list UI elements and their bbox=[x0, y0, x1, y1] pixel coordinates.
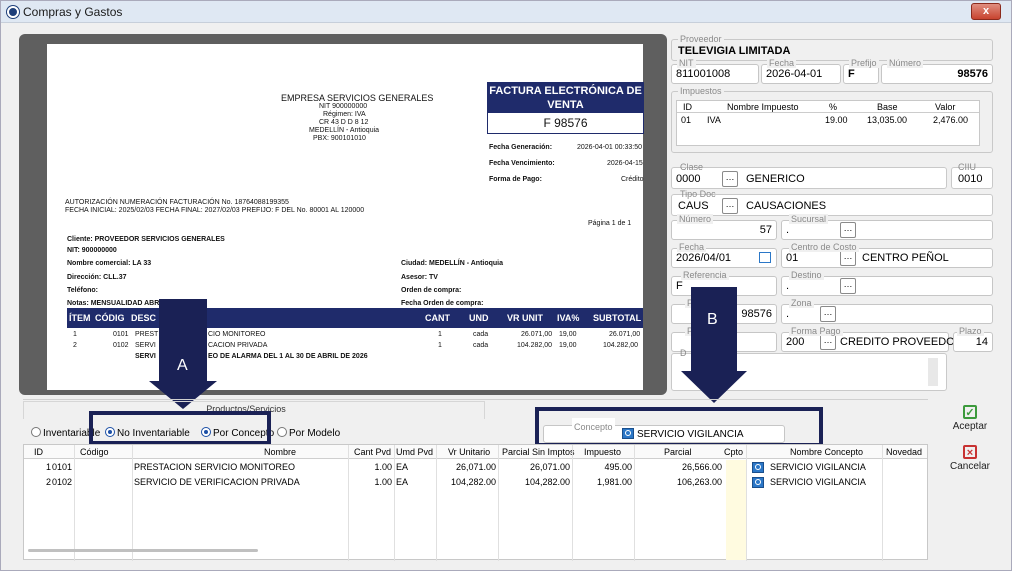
app-icon bbox=[7, 6, 19, 18]
invoice-number: F 98576 bbox=[543, 116, 588, 130]
ciiu-field[interactable]: CIIU 0010 bbox=[951, 162, 993, 189]
invoice-item-extra-a: SERVI bbox=[135, 353, 156, 360]
grid-divider bbox=[746, 445, 747, 561]
tipodoc-lookup-button[interactable]: … bbox=[722, 198, 738, 214]
cancelar-button[interactable]: × Cancelar bbox=[941, 443, 999, 481]
title-bar: Compras y Gastos x bbox=[1, 1, 1011, 23]
col-desc: DESC bbox=[131, 313, 157, 323]
forma-pago-lookup-button[interactable]: … bbox=[820, 334, 836, 350]
impuestos-row[interactable]: 01 IVA 19.00 13,035.00 2,476.00 bbox=[677, 115, 979, 127]
clase-field[interactable]: Clase 0000 … GENERICO bbox=[671, 162, 947, 189]
authorization-text: AUTORIZACIÓN NUMERACIÓN FACTURACIÓN No. … bbox=[65, 199, 289, 206]
close-button[interactable]: x bbox=[971, 3, 1001, 20]
impuestos-header: ID Nombre Impuesto % Base Valor bbox=[677, 101, 979, 113]
grid-divider bbox=[74, 445, 75, 561]
radio-por-modelo[interactable]: Por Modelo bbox=[277, 427, 340, 439]
grid-divider bbox=[348, 445, 349, 561]
client-city: Ciudad: MEDELLÍN - Antioquia bbox=[401, 260, 504, 267]
callout-b-shaft: B bbox=[691, 287, 737, 373]
impuestos-group: Impuestos ID Nombre Impuesto % Base Valo… bbox=[671, 86, 993, 153]
radio-inventariable-dot bbox=[31, 427, 41, 437]
items-grid: ID Código Nombre Cant Pvd Umd Pvd Vr Uni… bbox=[23, 444, 928, 561]
clase-lookup-button[interactable]: … bbox=[722, 171, 738, 187]
col-qty: CANT bbox=[425, 313, 450, 323]
payment-form: Crédito bbox=[621, 176, 644, 183]
company-nit: NIT 900000000 bbox=[319, 103, 368, 110]
gen-date-label: Fecha Generación: bbox=[489, 144, 553, 151]
client-phone: Teléfono: bbox=[67, 287, 98, 294]
proveedor-group: Proveedor TELEVIGIA LIMITADA bbox=[671, 34, 993, 61]
invoice-document: EMPRESA SERVICIOS GENERALES NIT 90000000… bbox=[47, 44, 644, 390]
callout-a-label: A bbox=[177, 357, 188, 374]
range-text: FECHA INICIAL: 2025/02/03 FECHA FINAL: 2… bbox=[65, 207, 365, 214]
grid-horizontal-scrollbar[interactable] bbox=[28, 549, 258, 552]
grid-divider bbox=[132, 445, 133, 561]
items-header: ÍTEM CÓDIG DESC CANT UND VR UNIT IVA% SU… bbox=[67, 308, 643, 328]
invoice-preview-panel: EMPRESA SERVICIOS GENERALES NIT 90000000… bbox=[19, 34, 667, 395]
sucursal-lookup-button[interactable]: … bbox=[840, 222, 856, 238]
impuestos-table: ID Nombre Impuesto % Base Valor 01 IVA 1… bbox=[676, 100, 980, 146]
invoice-item-extra-b: EO DE ALARMA DEL 1 AL 30 DE ABRIL DE 202… bbox=[208, 353, 368, 360]
purchases-window: Compras y Gastos x EMPRESA SERVICIOS GEN… bbox=[0, 0, 1012, 571]
client-name: Cliente: PROVEEDOR SERVICIOS GENERALES bbox=[67, 236, 225, 243]
purchase-order-date: Fecha Orden de compra: bbox=[401, 300, 484, 307]
page-count: Página 1 de 1 bbox=[588, 220, 632, 227]
callout-a-box bbox=[89, 411, 271, 445]
search-icon[interactable] bbox=[752, 477, 764, 488]
aceptar-button[interactable]: ✓ Aceptar bbox=[941, 403, 999, 441]
proveedor-name: TELEVIGIA LIMITADA bbox=[678, 45, 791, 57]
zona-lookup-button[interactable]: … bbox=[820, 306, 836, 322]
calendar-icon[interactable] bbox=[759, 252, 771, 263]
company-pbx: PBX: 900101010 bbox=[313, 135, 366, 142]
col-subtotal: SUBTOTAL bbox=[593, 313, 642, 323]
purchase-order: Orden de compra: bbox=[401, 287, 462, 294]
col-unit-price: VR UNIT bbox=[507, 313, 543, 323]
payment-form-label: Forma de Pago: bbox=[489, 176, 542, 183]
gen-date: 2026-04-01 00:33:50 bbox=[577, 144, 642, 151]
client-nit: NIT: 900000000 bbox=[67, 247, 117, 254]
col-code: CÓDIG bbox=[95, 313, 125, 323]
invoice-title-box: FACTURA ELECTRÓNICA DE VENTA F 98576 bbox=[487, 82, 644, 134]
callout-b-label: B bbox=[707, 311, 718, 328]
callout-b-box bbox=[535, 407, 823, 447]
client-address: Dirección: CLL.37 bbox=[67, 274, 127, 281]
company-address: CR 43 D D 8 12 bbox=[319, 119, 369, 126]
company-name: EMPRESA SERVICIOS GENERALES bbox=[281, 93, 434, 103]
destino-lookup-button[interactable]: … bbox=[840, 278, 856, 294]
cancel-icon: × bbox=[963, 445, 977, 459]
descripcion-scrollbar[interactable] bbox=[928, 358, 938, 386]
grid-divider bbox=[882, 445, 883, 561]
search-icon[interactable] bbox=[752, 462, 764, 473]
grid-cpto-column bbox=[726, 460, 746, 560]
grid-divider bbox=[394, 445, 395, 561]
client-advisor: Asesor: TV bbox=[401, 274, 438, 281]
due-date: 2026-04-15 bbox=[607, 160, 643, 167]
company-city: MEDELLÍN - Antioquia bbox=[309, 127, 380, 134]
col-unit: UND bbox=[469, 313, 489, 323]
tipodoc-field[interactable]: Tipo Doc CAUS … CAUSACIONES bbox=[671, 189, 993, 216]
window-title: Compras y Gastos bbox=[23, 5, 123, 19]
invoice-title: FACTURA ELECTRÓNICA DE VENTA bbox=[488, 83, 643, 113]
centro-lookup-button[interactable]: … bbox=[840, 250, 856, 266]
due-date-label: Fecha Vencimiento: bbox=[489, 160, 555, 167]
grid-header: ID Código Nombre Cant Pvd Umd Pvd Vr Uni… bbox=[24, 445, 927, 459]
callout-a-shaft: A bbox=[159, 299, 207, 383]
radio-por-modelo-dot bbox=[277, 427, 287, 437]
col-item: ÍTEM bbox=[69, 313, 91, 323]
col-tax: IVA% bbox=[557, 313, 580, 323]
check-icon: ✓ bbox=[963, 405, 977, 419]
company-regimen: Régimen: IVA bbox=[323, 111, 366, 118]
client-trade-name: Nombre comercial: LA 33 bbox=[67, 260, 152, 267]
